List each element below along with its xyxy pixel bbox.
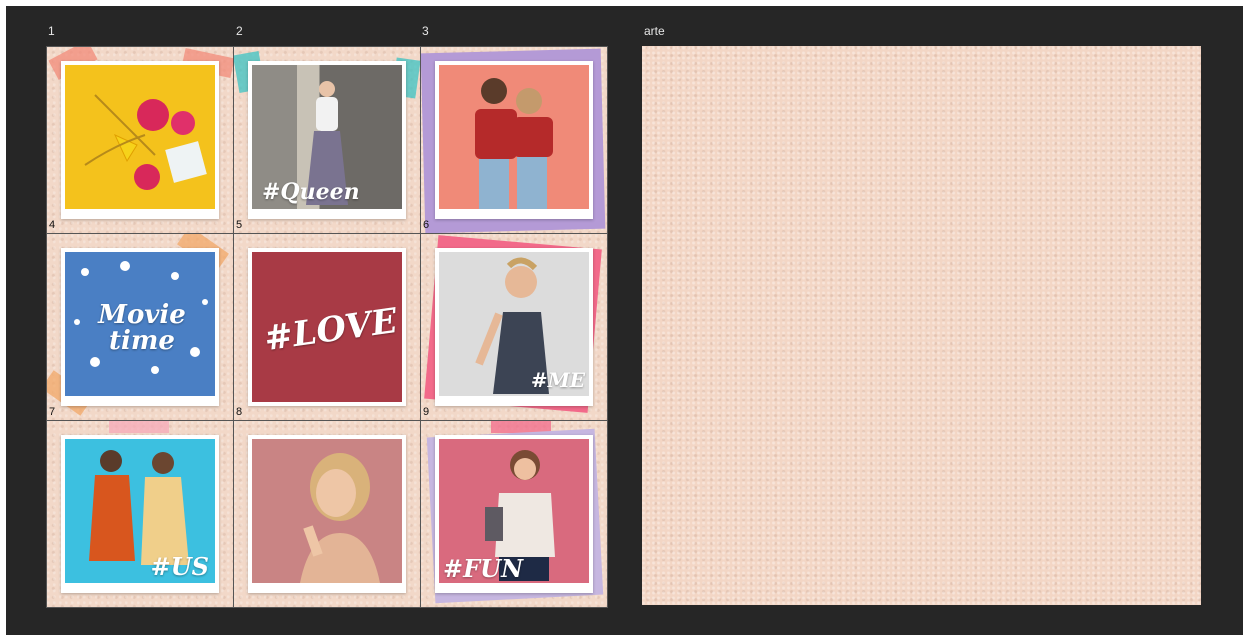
artboard-label-3[interactable]: 3: [422, 24, 429, 38]
polaroid-frame: Movie time: [61, 248, 219, 406]
polaroid-frame: [248, 435, 406, 593]
us-photo: #US: [65, 439, 215, 583]
collage-cell-friends[interactable]: 6: [421, 47, 607, 233]
hashtag-text: #FUN: [443, 554, 524, 583]
polaroid-frame: #Queen: [248, 61, 406, 219]
tape-strip: [109, 421, 169, 433]
polaroid-frame: [61, 61, 219, 219]
collage-cell-movie-time[interactable]: Movie time 7: [47, 234, 233, 420]
artboard-label-1[interactable]: 1: [48, 24, 55, 38]
polaroid-frame: #ME: [435, 248, 593, 406]
collage-cell-love[interactable]: #LOVE 8: [234, 234, 420, 420]
polaroid-frame: #FUN: [435, 435, 593, 593]
artboard-label-2[interactable]: 2: [236, 24, 243, 38]
two-women-icon: [475, 78, 553, 209]
flowers-photo: [65, 65, 215, 209]
woman-portrait-icon: [300, 453, 380, 583]
movie-time-text: Movie time: [98, 300, 186, 356]
hashtag-text: #Queen: [262, 179, 360, 205]
me-photo: #ME: [439, 252, 589, 396]
portrait-photo: [252, 439, 402, 583]
queen-photo: #Queen: [252, 65, 402, 209]
cell-number: 9: [423, 406, 430, 418]
collage-cell-portrait[interactable]: [234, 421, 420, 607]
hashtag-text: #ME: [530, 368, 585, 392]
fun-photo: #FUN: [439, 439, 589, 583]
cell-number: 8: [236, 406, 243, 418]
collage-cell-queen[interactable]: #Queen 5: [234, 47, 420, 233]
love-photo: #LOVE: [252, 252, 402, 402]
polaroid-frame: #US: [61, 435, 219, 593]
hashtag-text: #US: [150, 552, 209, 581]
movie-time-photo: Movie time: [65, 252, 215, 396]
cell-number: 6: [423, 219, 430, 231]
collage-cell-flowers[interactable]: 4: [47, 47, 233, 233]
hashtag-text: #LOVE: [261, 300, 400, 360]
friends-photo: [439, 65, 589, 209]
polaroid-frame: #LOVE: [248, 248, 406, 406]
polaroid-frame: [435, 61, 593, 219]
cell-number: 4: [49, 219, 56, 231]
empty-artboard-arte[interactable]: [642, 46, 1201, 605]
collage-cell-fun[interactable]: #FUN: [421, 421, 607, 607]
flower-bouquet-icon: [84, 94, 207, 190]
collage-cell-me[interactable]: #ME 9: [421, 234, 607, 420]
collage-cell-us[interactable]: #US: [47, 421, 233, 607]
artboard-label-arte[interactable]: arte: [644, 24, 665, 38]
cell-number: 5: [236, 219, 243, 231]
cell-number: 7: [49, 406, 56, 418]
collage-grid: 4 #Queen 5 6 Movie time 7 #LOVE 8 #ME 9 …: [46, 46, 608, 608]
